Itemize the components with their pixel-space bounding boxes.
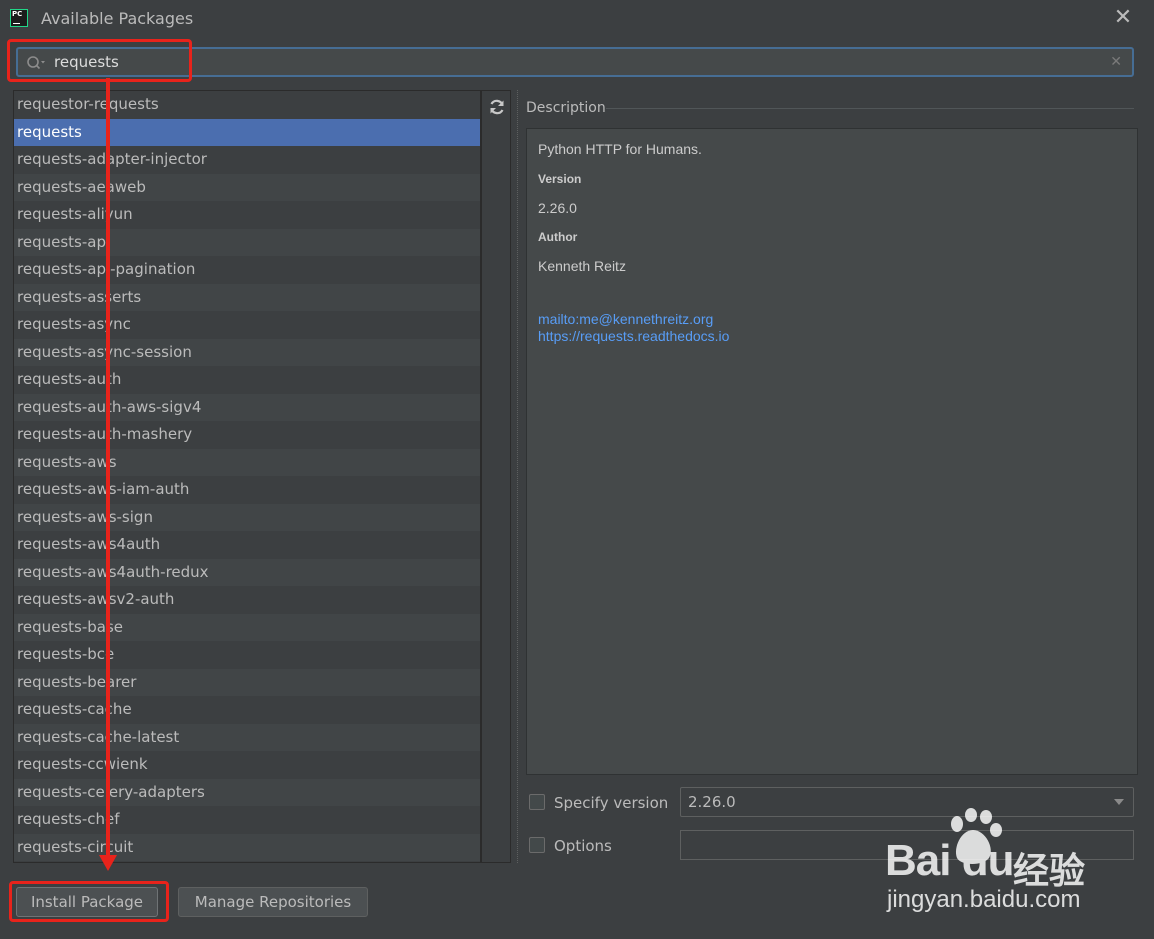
package-list-item[interactable]: requests-aws4auth-redux [14,558,480,586]
watermark-url: jingyan.baidu.com [887,886,1081,913]
window-title: Available Packages [41,9,194,28]
options-checkbox[interactable] [529,837,545,853]
package-list-item[interactable]: requests-cache-latest [14,723,480,751]
close-icon[interactable]: ✕ [1111,6,1135,30]
specify-version-label: Specify version [554,794,669,812]
email-link[interactable]: mailto:me@kennethreitz.org [538,311,713,327]
package-list-item[interactable]: requests-api-pagination [14,256,480,284]
package-list-item[interactable]: requests-aws-sign [14,503,480,531]
title-bar: PC Available Packages ✕ [0,0,1154,38]
search-input[interactable] [54,51,1094,73]
package-list-item[interactable]: requests-chef [14,806,480,834]
package-list-item[interactable]: requests-aws4auth [14,531,480,559]
author-value: Kenneth Reitz [538,258,626,274]
version-select[interactable]: 2.26.0 [680,787,1134,817]
package-list-item[interactable]: requests-api [14,228,480,256]
package-summary: Python HTTP for Humans. [538,141,702,157]
description-separator [606,108,1134,109]
package-list-item[interactable]: requests-auth-aws-sigv4 [14,393,480,421]
package-list-item[interactable]: requests-auth [14,366,480,394]
package-list-item[interactable]: requests-circuit [14,833,480,861]
package-list-item[interactable]: requests-asserts [14,283,480,311]
package-list-item[interactable]: requests-auth-mashery [14,421,480,449]
list-toolbar [481,90,511,863]
manage-repositories-button[interactable]: Manage Repositories [178,887,368,917]
version-heading: Version [538,172,582,186]
homepage-link[interactable]: https://requests.readthedocs.io [538,328,729,344]
package-list-item[interactable]: requests-aws [14,448,480,476]
description-label: Description [526,100,606,116]
clear-search-icon[interactable]: ✕ [1110,54,1122,70]
package-list-item[interactable]: requests [14,118,480,146]
search-box[interactable]: ✕ [16,47,1134,77]
package-list-item[interactable]: requests-async-session [14,338,480,366]
package-list[interactable]: requestor-requests requests requests-adapt… [13,90,481,863]
baidu-watermark: Bai du 经验 jingyan.baidu.com [885,808,1145,918]
description-panel: Python HTTP for Humans. Version 2.26.0 A… [526,128,1138,775]
install-package-button[interactable]: Install Package [16,887,158,917]
specify-version-checkbox[interactable] [529,794,545,810]
package-list-item[interactable]: requests-bearer [14,668,480,696]
version-value: 2.26.0 [538,200,577,216]
package-list-item[interactable]: requests-adapter-injector [14,146,480,174]
package-list-item[interactable]: requests-aws-iam-auth [14,476,480,504]
author-heading: Author [538,230,578,244]
options-label: Options [554,837,612,855]
package-list-item[interactable]: requests-bce [14,641,480,669]
package-list-item[interactable]: requests-awsv2-auth [14,586,480,614]
refresh-icon[interactable] [488,98,506,116]
package-list-item[interactable]: requestor-requests [14,91,480,119]
pycharm-logo-icon: PC [10,9,28,27]
package-list-item[interactable]: requests-aliyun [14,201,480,229]
package-list-item[interactable]: requests-aeaweb [14,173,480,201]
chevron-down-icon [1114,799,1124,805]
version-select-value: 2.26.0 [688,793,736,811]
package-list-item[interactable]: requests-celery-adapters [14,778,480,806]
splitter[interactable] [517,90,518,863]
package-list-item[interactable]: requests-base [14,613,480,641]
package-list-item[interactable]: requests-ccwienk [14,751,480,779]
options-input[interactable] [680,830,1134,860]
package-list-item[interactable]: requests-cache [14,696,480,724]
search-icon[interactable] [26,55,46,71]
package-list-item[interactable]: requests-async [14,311,480,339]
